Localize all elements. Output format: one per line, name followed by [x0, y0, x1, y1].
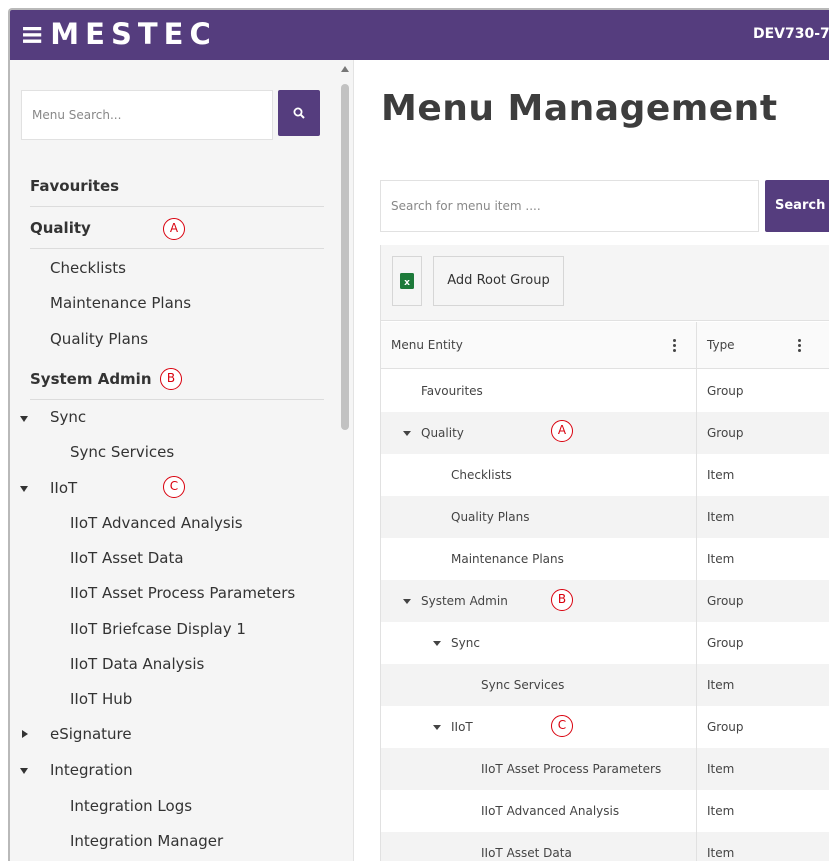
app-frame: ≡MESTEC DEV730-7. Favourites Quality A C…: [8, 8, 829, 861]
sidebar-item-quality-plans[interactable]: Quality Plans: [50, 330, 148, 348]
row-type: Item: [707, 510, 735, 524]
table-row[interactable]: IIoT Group: [381, 706, 829, 748]
row-type: Item: [707, 552, 735, 566]
row-entity: Sync Services: [481, 678, 565, 692]
table-row[interactable]: IIoT Asset Data Item: [381, 832, 829, 861]
environment-label: DEV730-7.: [753, 26, 829, 42]
row-type: Item: [707, 846, 735, 860]
row-entity: IIoT Asset Data: [481, 846, 572, 860]
top-bar: ≡MESTEC DEV730-7.: [10, 10, 829, 60]
annotation-badge-b: B: [551, 589, 573, 611]
column-header-menu-entity[interactable]: Menu Entity: [391, 322, 463, 369]
annotation-badge-c: C: [551, 715, 573, 737]
add-root-group-button[interactable]: Add Root Group: [433, 256, 564, 306]
table-row[interactable]: Maintenance Plans Item: [381, 538, 829, 580]
column-header-type[interactable]: Type: [707, 322, 735, 369]
row-entity: Quality Plans: [451, 510, 530, 524]
scroll-up-arrow-icon[interactable]: [341, 66, 349, 72]
export-excel-button[interactable]: x: [392, 256, 422, 306]
column-menu-icon[interactable]: [798, 339, 801, 352]
expand-caret-icon[interactable]: [20, 486, 28, 492]
sidebar-item-iiot-advanced-analysis[interactable]: IIoT Advanced Analysis: [70, 514, 243, 532]
annotation-badge-c: C: [163, 476, 185, 498]
menu-search-button[interactable]: [278, 90, 320, 136]
table-row[interactable]: Sync Services Item: [381, 664, 829, 706]
row-entity: Favourites: [421, 384, 483, 398]
sidebar-divider: [353, 60, 354, 861]
expand-caret-icon[interactable]: [20, 768, 28, 774]
row-entity: IIoT Advanced Analysis: [481, 804, 620, 818]
svg-text:x: x: [404, 278, 410, 288]
sidebar-item-sync-services[interactable]: Sync Services: [70, 443, 174, 461]
row-entity: Quality: [421, 426, 464, 440]
scrollbar-thumb[interactable]: [341, 84, 349, 430]
page-title: Menu Management: [381, 88, 778, 129]
sidebar-section-favourites[interactable]: Favourites: [30, 165, 324, 207]
row-type: Item: [707, 678, 735, 692]
table-row[interactable]: Quality Plans Item: [381, 496, 829, 538]
row-entity: Maintenance Plans: [451, 552, 564, 566]
sidebar-item-checklists[interactable]: Checklists: [50, 259, 126, 277]
row-entity: IIoT Asset Process Parameters: [481, 762, 662, 776]
collapse-caret-icon[interactable]: [22, 730, 28, 738]
expand-caret-icon[interactable]: [403, 431, 411, 436]
row-type: Item: [707, 468, 735, 482]
sidebar-item-iiot[interactable]: IIoT: [50, 479, 77, 497]
row-entity: System Admin: [421, 594, 508, 608]
sidebar-item-integration[interactable]: Integration: [50, 761, 133, 779]
sidebar-item-integration-manager[interactable]: Integration Manager: [70, 832, 223, 850]
table-row[interactable]: Checklists Item: [381, 454, 829, 496]
table-row[interactable]: Favourites Group: [381, 370, 829, 412]
menu-item-search-input[interactable]: [380, 180, 759, 232]
sidebar-item-sync[interactable]: Sync: [50, 408, 86, 426]
annotation-badge-b: B: [160, 368, 182, 390]
row-entity: IIoT: [451, 720, 473, 734]
menu-table: x Add Root Group Menu Entity Type Favour…: [380, 245, 829, 861]
table-row[interactable]: Sync Group: [381, 622, 829, 664]
annotation-badge-a: A: [163, 218, 185, 240]
search-icon: [293, 107, 305, 119]
row-entity: Sync: [451, 636, 480, 650]
row-type: Group: [707, 426, 744, 440]
row-type: Group: [707, 720, 744, 734]
table-header: Menu Entity Type: [381, 322, 829, 369]
sidebar-item-integration-logs[interactable]: Integration Logs: [70, 797, 192, 815]
column-divider: [696, 322, 697, 861]
expand-caret-icon[interactable]: [20, 416, 28, 422]
table-row[interactable]: IIoT Asset Process Parameters Item: [381, 748, 829, 790]
sidebar-item-iiot-hub[interactable]: IIoT Hub: [70, 690, 132, 708]
sidebar-item-maintenance-plans[interactable]: Maintenance Plans: [50, 294, 191, 312]
search-button[interactable]: Search: [765, 180, 829, 232]
table-row[interactable]: Quality Group: [381, 412, 829, 454]
sidebar-section-label: Quality: [30, 219, 91, 237]
row-type: Item: [707, 804, 735, 818]
table-toolbar: x Add Root Group: [381, 245, 829, 321]
sidebar-item-iiot-briefcase-display-1[interactable]: IIoT Briefcase Display 1: [70, 620, 246, 638]
excel-icon: x: [400, 273, 414, 289]
table-row[interactable]: System Admin Group: [381, 580, 829, 622]
menu-search-input[interactable]: [21, 90, 273, 140]
row-entity: Checklists: [451, 468, 512, 482]
sidebar-item-iiot-data-analysis[interactable]: IIoT Data Analysis: [70, 655, 204, 673]
sidebar-item-esignature[interactable]: eSignature: [50, 725, 132, 743]
table-row[interactable]: IIoT Advanced Analysis Item: [381, 790, 829, 832]
row-type: Item: [707, 762, 735, 776]
expand-caret-icon[interactable]: [403, 599, 411, 604]
expand-caret-icon[interactable]: [433, 725, 441, 730]
row-type: Group: [707, 594, 744, 608]
annotation-badge-a: A: [551, 420, 573, 442]
sidebar-section-label: System Admin: [30, 370, 152, 388]
sidebar-item-iiot-asset-process-parameters[interactable]: IIoT Asset Process Parameters: [70, 584, 295, 602]
mestec-logo[interactable]: ≡MESTEC: [20, 16, 217, 52]
row-type: Group: [707, 636, 744, 650]
column-menu-icon[interactable]: [673, 339, 676, 352]
expand-caret-icon[interactable]: [433, 641, 441, 646]
sidebar-item-iiot-asset-data[interactable]: IIoT Asset Data: [70, 549, 184, 567]
row-type: Group: [707, 384, 744, 398]
